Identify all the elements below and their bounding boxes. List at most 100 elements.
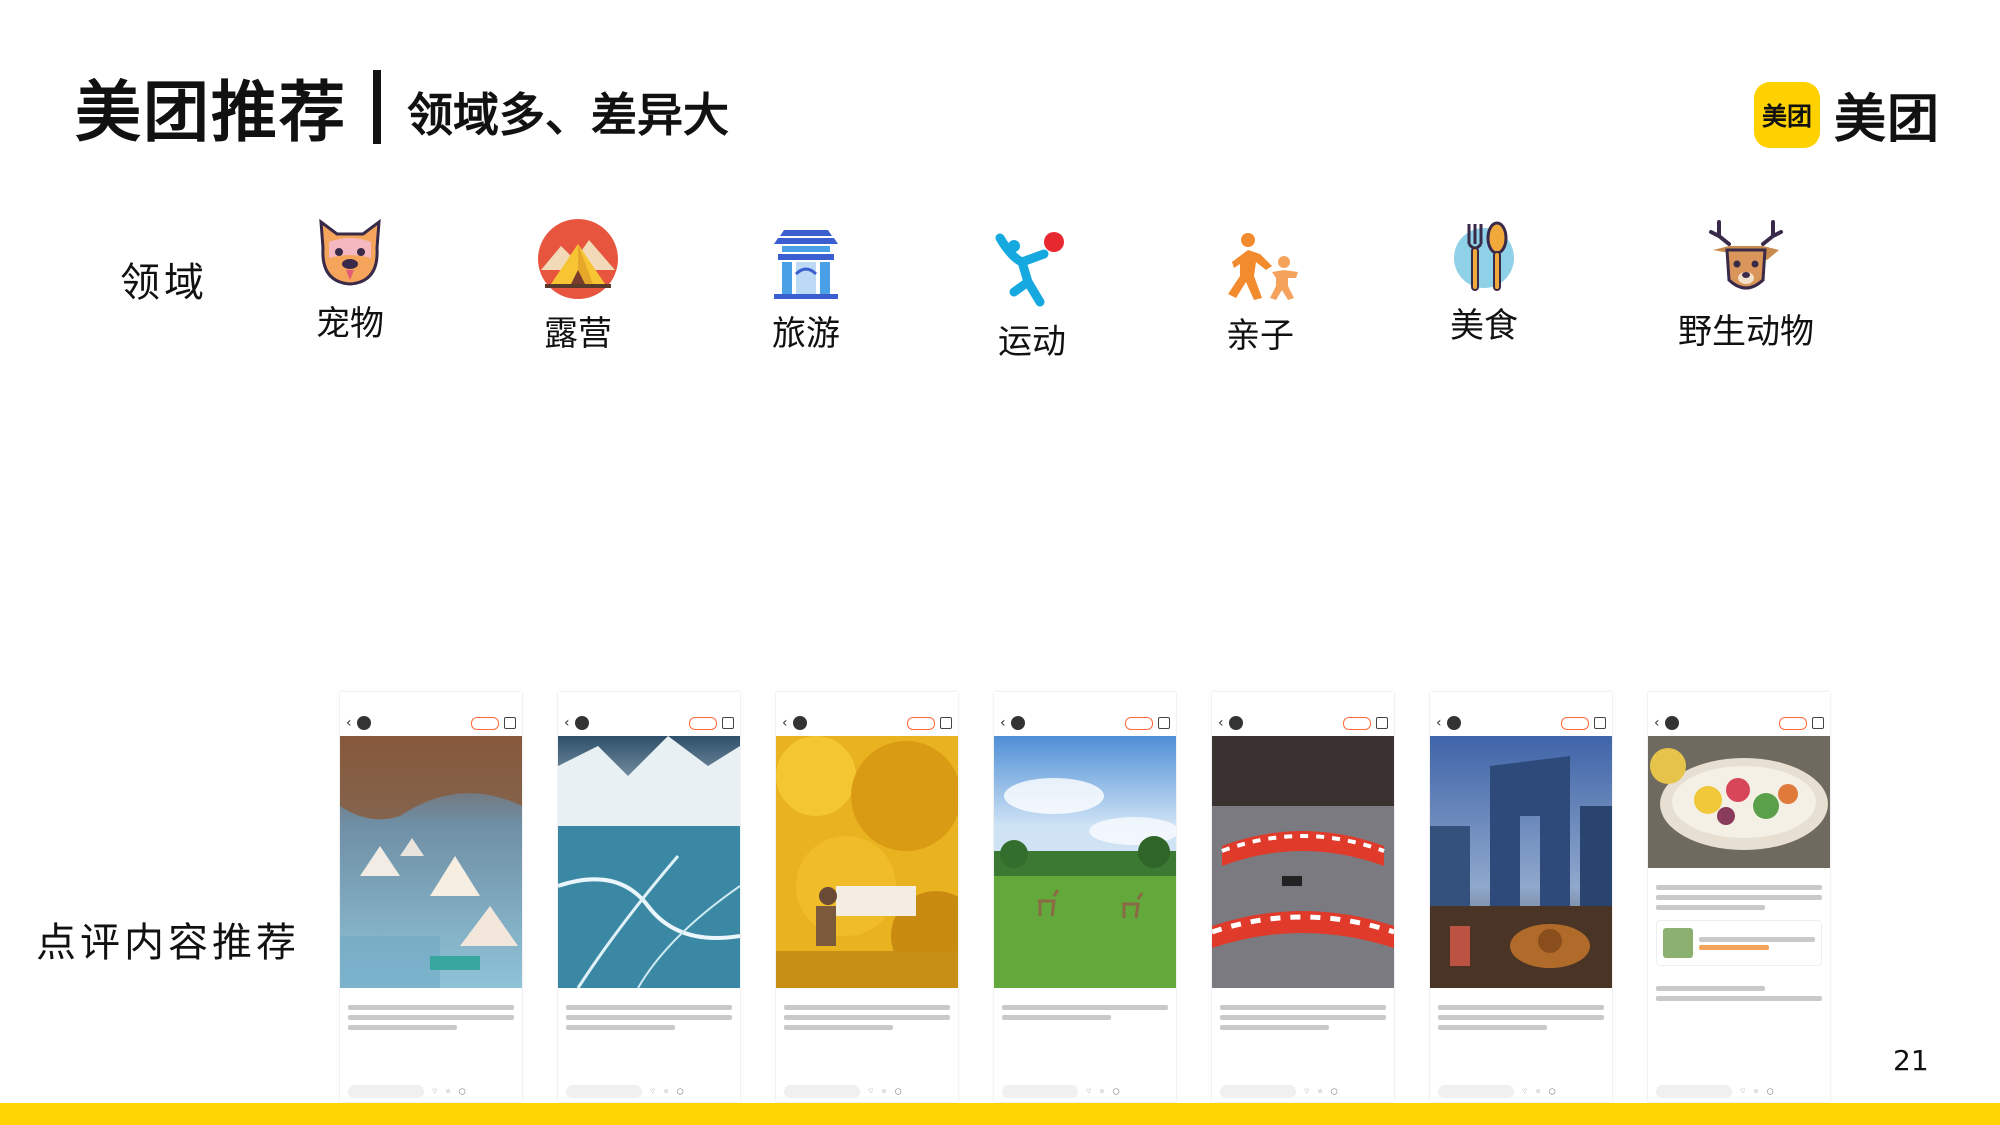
comment-icon[interactable]: ◯	[1767, 1088, 1774, 1095]
text-line	[784, 1015, 950, 1020]
star-icon[interactable]: ☆	[881, 1088, 886, 1095]
follow-button[interactable]	[1561, 716, 1589, 730]
comment-input[interactable]	[566, 1085, 642, 1098]
domain-name: 运动	[998, 322, 1066, 362]
post-image	[1430, 736, 1612, 988]
like-icon[interactable]: ♡	[1740, 1088, 1745, 1095]
like-icon[interactable]: ♡	[1086, 1088, 1091, 1095]
comment-input[interactable]	[784, 1085, 860, 1098]
post-header: ‹	[776, 710, 958, 736]
post-title	[340, 988, 522, 1000]
domain-item-parent-child: 亲子	[1170, 232, 1350, 357]
post-action-bar: ♡ ☆ ◯	[776, 1085, 958, 1098]
star-icon[interactable]: ☆	[1317, 1088, 1322, 1095]
post-title	[1212, 988, 1394, 1000]
like-icon[interactable]: ♡	[1304, 1088, 1309, 1095]
follow-button[interactable]	[471, 716, 499, 730]
star-icon[interactable]: ☆	[445, 1088, 450, 1095]
camping-icon	[538, 219, 618, 299]
domain-name: 旅游	[772, 314, 840, 354]
merchant-card[interactable]	[1656, 920, 1822, 966]
post-card-ice-camping: ‹ ♡ ☆ ◯	[340, 692, 522, 1102]
follow-button[interactable]	[1779, 716, 1807, 730]
comment-icon[interactable]: ◯	[1549, 1088, 1556, 1095]
text-line	[784, 1025, 894, 1030]
like-icon[interactable]: ♡	[432, 1088, 437, 1095]
comment-input[interactable]	[1438, 1085, 1514, 1098]
star-icon[interactable]: ☆	[663, 1088, 668, 1095]
comment-input[interactable]	[348, 1085, 424, 1098]
text-line	[1220, 1025, 1330, 1030]
avatar[interactable]	[1228, 716, 1243, 730]
share-icon[interactable]	[1594, 717, 1606, 729]
like-icon[interactable]: ♡	[650, 1088, 655, 1095]
avatar[interactable]	[574, 716, 589, 730]
star-icon[interactable]: ☆	[1099, 1088, 1104, 1095]
comment-input[interactable]	[1002, 1085, 1078, 1098]
comment-icon[interactable]: ◯	[677, 1088, 684, 1095]
star-icon[interactable]: ☆	[1753, 1088, 1758, 1095]
back-icon[interactable]: ‹	[1218, 715, 1224, 731]
follow-button[interactable]	[689, 716, 717, 730]
like-icon[interactable]: ♡	[868, 1088, 873, 1095]
comment-icon[interactable]: ◯	[459, 1088, 466, 1095]
post-title	[1430, 988, 1612, 1000]
domain-name: 宠物	[316, 304, 384, 344]
post-image	[776, 736, 958, 988]
status-bar	[1430, 692, 1612, 710]
comment-input[interactable]	[1656, 1085, 1732, 1098]
avatar[interactable]	[356, 716, 371, 730]
title-subtitle: 领域多、差异大	[407, 88, 729, 142]
deer-icon	[1709, 220, 1783, 290]
text-line	[566, 1015, 732, 1020]
logo-text: 美团	[1834, 90, 1941, 150]
back-icon[interactable]: ‹	[1654, 715, 1660, 731]
share-icon[interactable]	[940, 717, 952, 729]
avatar[interactable]	[1664, 716, 1679, 730]
share-icon[interactable]	[1376, 717, 1388, 729]
avatar[interactable]	[792, 716, 807, 730]
back-icon[interactable]: ‹	[346, 715, 352, 731]
comment-icon[interactable]: ◯	[1113, 1088, 1120, 1095]
post-header: ‹	[1430, 710, 1612, 736]
comment-icon[interactable]: ◯	[895, 1088, 902, 1095]
back-icon[interactable]: ‹	[782, 715, 788, 731]
text-line	[1002, 1015, 1112, 1020]
parent-child-icon	[1228, 233, 1298, 300]
text-line	[348, 1005, 514, 1010]
text-line	[566, 1005, 732, 1010]
share-icon[interactable]	[504, 717, 516, 729]
domain-item-pet: 宠物	[260, 218, 440, 345]
post-card-frozen-lake: ‹ ♡ ☆ ◯	[558, 692, 740, 1102]
text-line	[1438, 1015, 1604, 1020]
back-icon[interactable]: ‹	[1436, 715, 1442, 731]
domain-name: 美食	[1450, 306, 1518, 346]
post-image	[1648, 736, 1830, 868]
follow-button[interactable]	[907, 716, 935, 730]
post-card-city-food: ‹ ♡ ☆ ◯	[1430, 692, 1612, 1102]
comment-input[interactable]	[1220, 1085, 1296, 1098]
post-header: ‹	[340, 710, 522, 736]
text-line	[1656, 996, 1822, 1001]
meituan-logo: 美团 美团	[1754, 77, 1940, 152]
share-icon[interactable]	[1812, 717, 1824, 729]
back-icon[interactable]: ‹	[564, 715, 570, 731]
follow-button[interactable]	[1343, 716, 1371, 730]
domain-item-food: 美食	[1394, 220, 1574, 347]
like-icon[interactable]: ♡	[1522, 1088, 1527, 1095]
text-line	[566, 1025, 676, 1030]
share-icon[interactable]	[1158, 717, 1170, 729]
title-divider	[373, 70, 381, 144]
back-icon[interactable]: ‹	[1000, 715, 1006, 731]
text-line	[1438, 1005, 1604, 1010]
text-line	[1656, 895, 1822, 900]
text-line	[784, 1005, 950, 1010]
avatar[interactable]	[1446, 716, 1461, 730]
follow-button[interactable]	[1125, 716, 1153, 730]
status-bar	[1212, 692, 1394, 710]
star-icon[interactable]: ☆	[1535, 1088, 1540, 1095]
avatar[interactable]	[1010, 716, 1025, 730]
comment-icon[interactable]: ◯	[1331, 1088, 1338, 1095]
domain-item-wild-animal: 野生动物	[1656, 220, 1836, 353]
share-icon[interactable]	[722, 717, 734, 729]
